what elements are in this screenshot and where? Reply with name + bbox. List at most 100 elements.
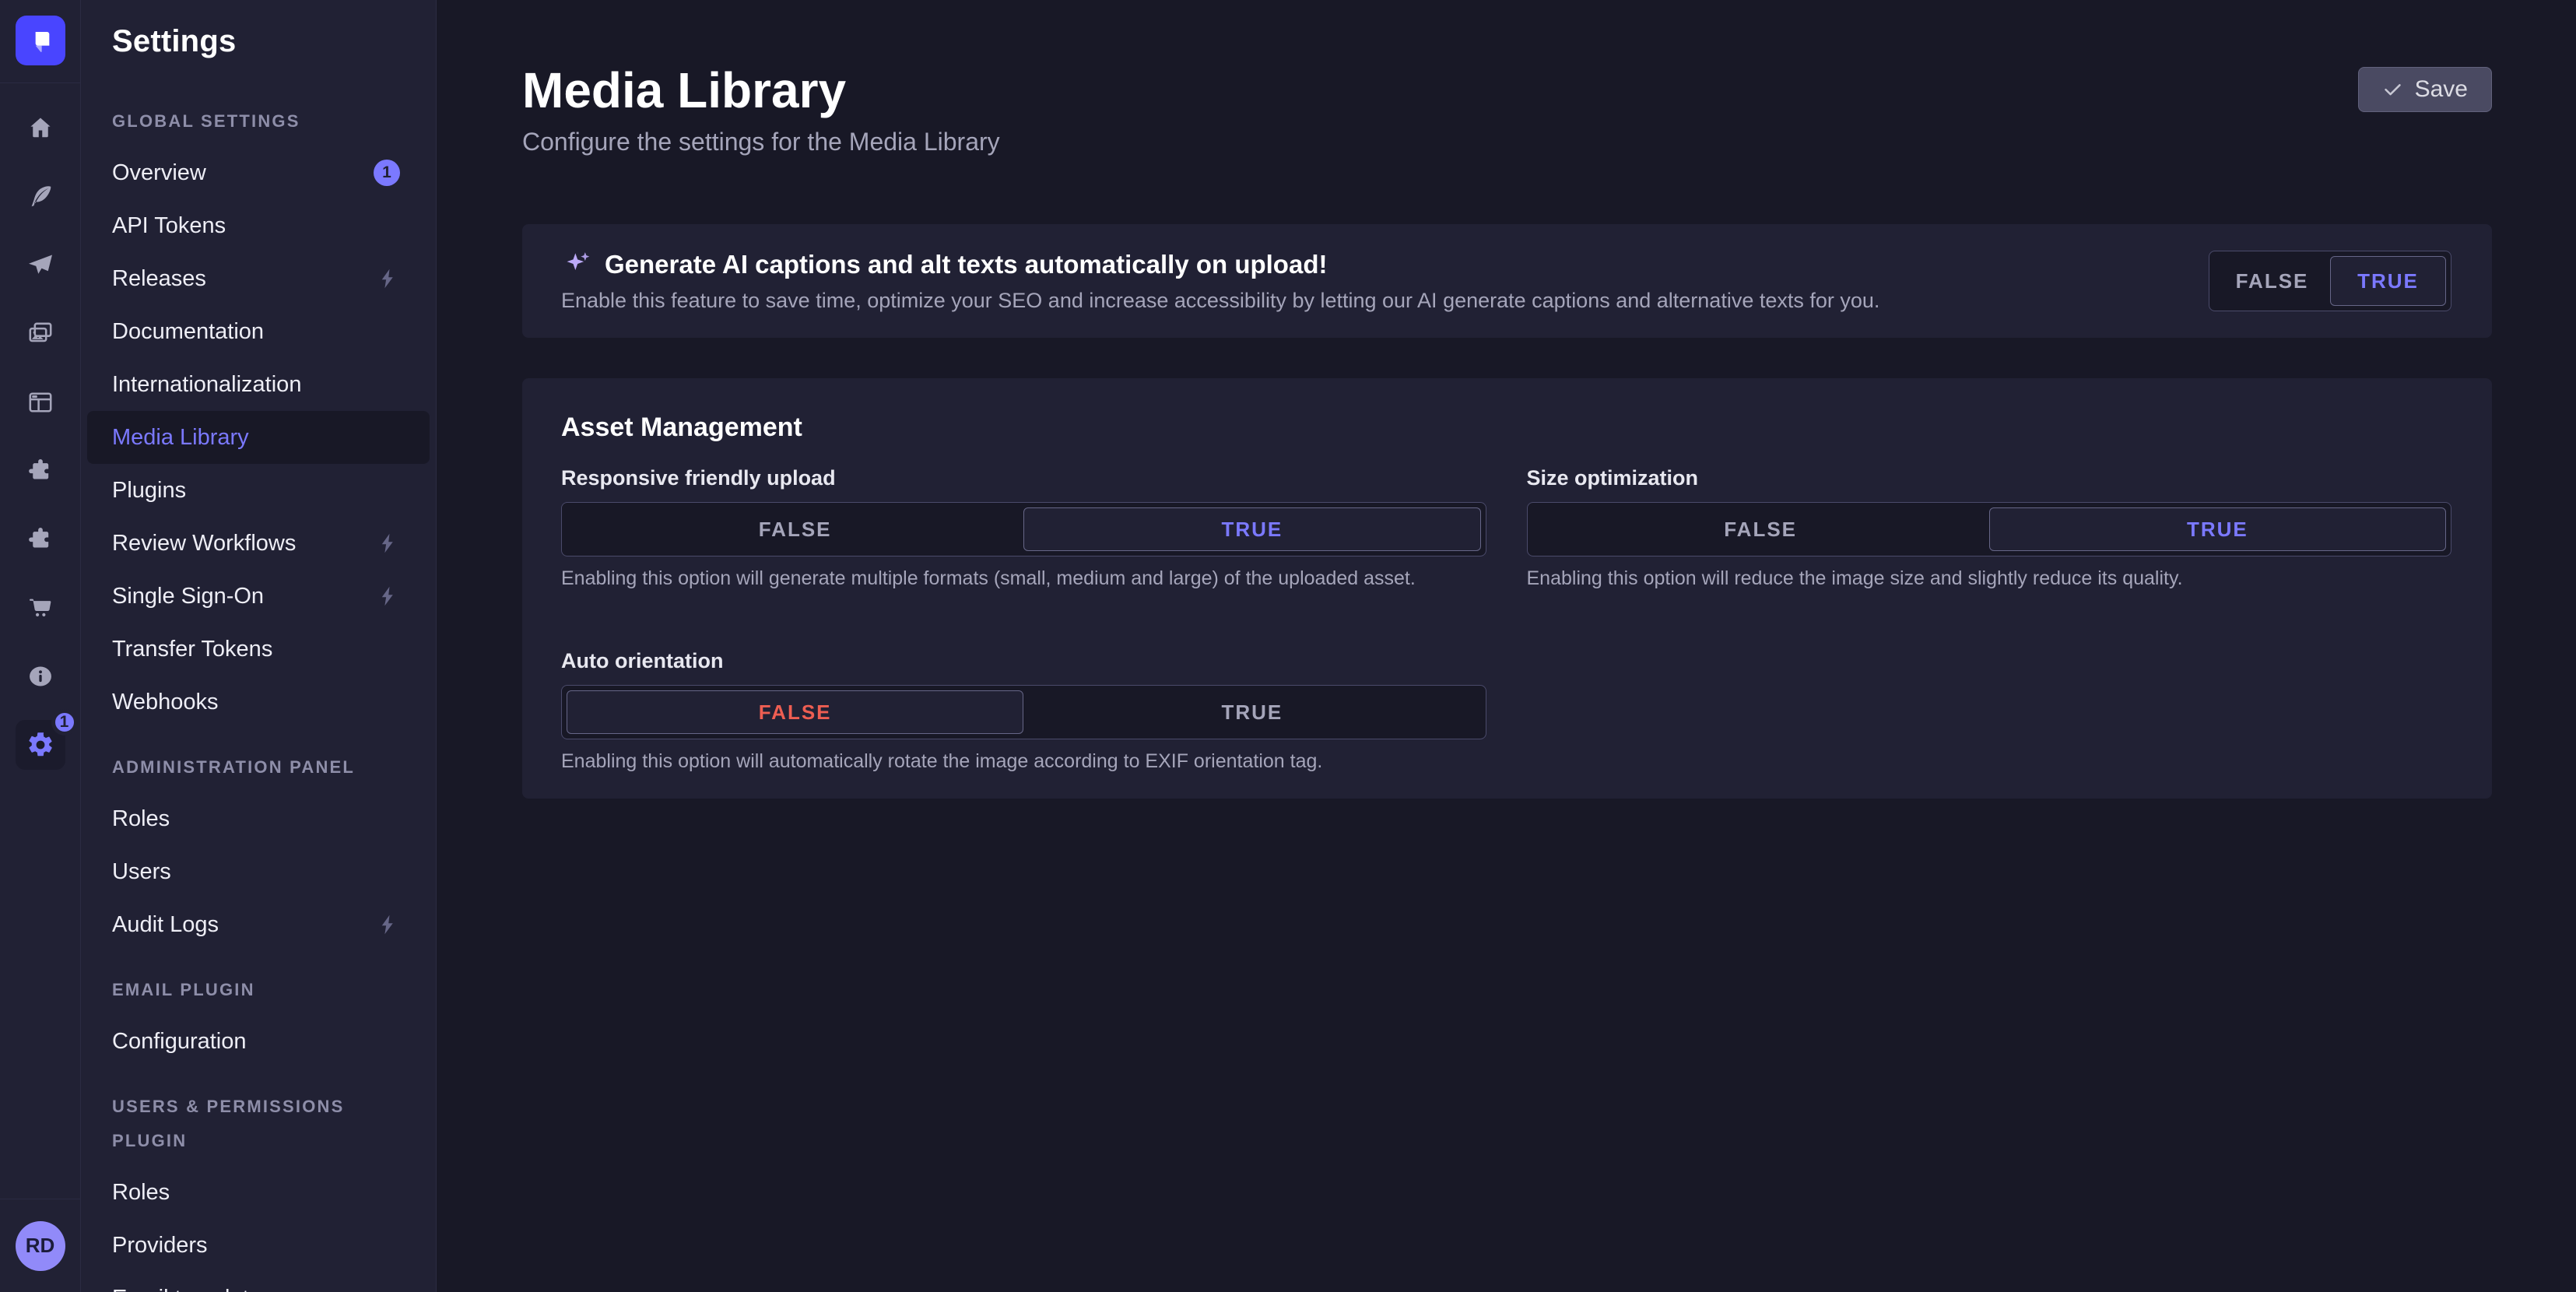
sidebar-item-configuration[interactable]: Configuration: [87, 1015, 430, 1068]
check-icon: [2382, 79, 2403, 100]
auto-orientation-toggle-false[interactable]: FALSE: [567, 690, 1023, 734]
gear-icon: [26, 731, 54, 759]
sidebar-item-review-workflows[interactable]: Review Workflows: [87, 517, 430, 570]
sidebar-item-label: Configuration: [112, 1029, 247, 1055]
puzzle-icon: [26, 525, 54, 553]
sidebar-item-single-sign-on[interactable]: Single Sign-On: [87, 570, 430, 623]
auto-orientation-toggle: FALSETRUE: [561, 685, 1486, 739]
nav-rail-icons: 1: [16, 104, 65, 770]
field-size-optimization: Size optimization FALSETRUE Enabling this …: [1527, 465, 2452, 610]
sidebar-item-api-tokens[interactable]: API Tokens: [87, 199, 430, 252]
sidebar-item-label: API Tokens: [112, 213, 226, 239]
sidebar-section-label: EMAIL PLUGIN: [81, 973, 436, 1007]
rail-puzzle-icon[interactable]: [16, 514, 65, 564]
asset-management-heading: Asset Management: [561, 413, 2451, 443]
asset-management-card: Asset Management Responsive friendly upl…: [522, 378, 2492, 799]
auto-orientation-toggle-true[interactable]: TRUE: [1023, 690, 1480, 734]
sidebar-item-plugins[interactable]: Plugins: [87, 464, 430, 517]
ai-caption-toggle: FALSE TRUE: [2209, 251, 2451, 311]
sidebar-item-label: Overview: [112, 160, 206, 186]
puzzle-icon: [26, 457, 54, 485]
sidebar-item-label: Webhooks: [112, 690, 219, 715]
sidebar-item-label: Releases: [112, 266, 206, 292]
sparkles-icon: [561, 249, 592, 280]
sidebar-item-documentation[interactable]: Documentation: [87, 305, 430, 358]
rail-feather-icon[interactable]: [16, 172, 65, 222]
sidebar-title: Settings: [112, 24, 236, 59]
field-hint: Enabling this option will reduce the ima…: [1527, 566, 2452, 591]
responsive-friendly-upload-toggle-true[interactable]: TRUE: [1023, 507, 1480, 551]
field-hint: Enabling this option will generate multi…: [561, 566, 1486, 591]
sidebar-section-label: GLOBAL SETTINGS: [81, 104, 436, 139]
sidebar-item-audit-logs[interactable]: Audit Logs: [87, 898, 430, 951]
sidebar-item-label: Users: [112, 859, 171, 885]
lightning-icon: [377, 585, 400, 608]
sidebar-item-releases[interactable]: Releases: [87, 252, 430, 305]
sidebar-item-label: Roles: [112, 1180, 170, 1206]
strapi-logo[interactable]: [16, 16, 65, 65]
size-optimization-toggle: FALSETRUE: [1527, 502, 2452, 556]
asset-management-grid: Responsive friendly uploadFALSETRUEEnabl…: [561, 465, 2451, 793]
field-responsive-friendly-upload: Responsive friendly upload FALSETRUE Enabl…: [561, 465, 1486, 610]
field-label: Auto orientation: [561, 648, 1486, 674]
field-label: Size optimization: [1527, 465, 2452, 491]
rail-layout-icon[interactable]: [16, 377, 65, 427]
main-content: Media Library Configure the settings for…: [437, 0, 2576, 1292]
sidebar-item-email-templates[interactable]: Email templates: [87, 1272, 430, 1292]
responsive-friendly-upload-toggle-false[interactable]: FALSE: [567, 507, 1023, 551]
paper-plane-icon: [26, 251, 54, 279]
sidebar-item-users[interactable]: Users: [87, 845, 430, 898]
layout-icon: [26, 388, 54, 416]
settings-sidebar: Settings GLOBAL SETTINGS Overview 1 API Tok…: [81, 0, 437, 1292]
sidebar-item-label: Roles: [112, 806, 170, 832]
field-label: Responsive friendly upload: [561, 465, 1486, 491]
settings-sidebar-sections: GLOBAL SETTINGS Overview 1 API Tokens Releas…: [81, 104, 436, 1292]
page-subtitle: Configure the settings for the Media Lib…: [522, 126, 2492, 157]
sidebar-item-label: Review Workflows: [112, 531, 296, 556]
sidebar-item-overview[interactable]: Overview 1: [87, 146, 430, 199]
rail-pictures-icon[interactable]: [16, 309, 65, 359]
notification-badge: 1: [51, 709, 78, 736]
sidebar-item-roles[interactable]: Roles: [87, 1166, 430, 1219]
ai-banner-title: Generate AI captions and alt texts autom…: [605, 250, 1327, 279]
lightning-icon: [377, 913, 400, 936]
user-avatar[interactable]: RD: [16, 1221, 65, 1271]
lightning-icon: [377, 267, 400, 290]
size-optimization-toggle-false[interactable]: FALSE: [1532, 507, 1989, 551]
rail-info-icon[interactable]: [16, 651, 65, 701]
size-optimization-toggle-true[interactable]: TRUE: [1989, 507, 2446, 551]
pictures-icon: [26, 320, 54, 348]
rail-puzzle-icon[interactable]: [16, 446, 65, 496]
lightning-icon: [377, 532, 400, 555]
sidebar-section-label: USERS & PERMISSIONS PLUGIN: [81, 1090, 436, 1158]
rail-paper-plane-icon[interactable]: [16, 240, 65, 290]
rail-cart-icon[interactable]: [16, 583, 65, 633]
sidebar-item-label: Transfer Tokens: [112, 637, 272, 662]
ai-banner-description: Enable this feature to save time, optimi…: [561, 289, 1879, 313]
sidebar-item-providers[interactable]: Providers: [87, 1219, 430, 1272]
feather-icon: [26, 183, 54, 211]
rail-home-icon[interactable]: [16, 104, 65, 153]
sidebar-item-media-library[interactable]: Media Library: [87, 411, 430, 464]
page-title: Media Library: [522, 62, 2492, 118]
save-button-label: Save: [2415, 76, 2468, 103]
ai-caption-toggle-false[interactable]: FALSE: [2214, 256, 2330, 306]
rail-gear-icon[interactable]: 1: [16, 720, 65, 770]
cart-icon: [26, 594, 54, 622]
sidebar-item-label: Documentation: [112, 319, 264, 345]
sidebar-item-badge: 1: [374, 160, 400, 186]
sidebar-item-transfer-tokens[interactable]: Transfer Tokens: [87, 623, 430, 676]
sidebar-item-label: Audit Logs: [112, 912, 219, 938]
sidebar-item-roles[interactable]: Roles: [87, 792, 430, 845]
ai-caption-toggle-true[interactable]: TRUE: [2330, 256, 2446, 306]
save-button[interactable]: Save: [2358, 67, 2492, 112]
field-hint: Enabling this option will automatically …: [561, 749, 1486, 774]
ai-caption-banner: Generate AI captions and alt texts autom…: [522, 224, 2492, 338]
field-auto-orientation: Auto orientation FALSETRUE Enabling this o…: [561, 648, 1486, 793]
sidebar-item-webhooks[interactable]: Webhooks: [87, 676, 430, 729]
strapi-logo-glyph: [25, 25, 56, 56]
sidebar-item-label: Media Library: [112, 425, 249, 451]
sidebar-item-internationalization[interactable]: Internationalization: [87, 358, 430, 411]
sidebar-item-label: Internationalization: [112, 372, 301, 398]
sidebar-item-label: Single Sign-On: [112, 584, 264, 609]
